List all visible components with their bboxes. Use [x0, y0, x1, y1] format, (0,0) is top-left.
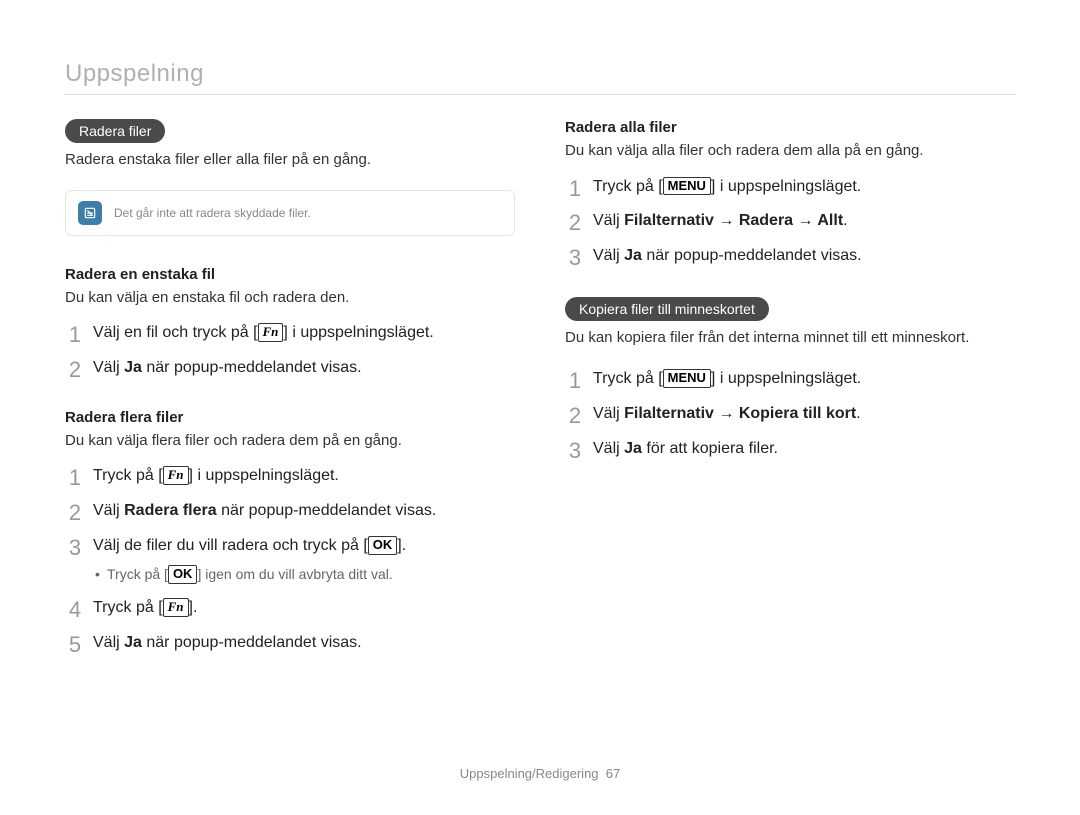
- step-item: Tryck på [MENU] i uppspelningsläget.: [565, 367, 1015, 392]
- pill-kopiera-filer-intro: Du kan kopiera filer från det interna mi…: [565, 327, 1015, 350]
- pill-kopiera-filer: Kopiera filer till minneskortet: [565, 297, 769, 321]
- menu-button-icon: MENU: [663, 177, 711, 196]
- left-column: Radera filer Radera enstaka filer eller …: [65, 119, 515, 684]
- info-icon: [78, 201, 102, 225]
- step-item: Tryck på [Fn].: [65, 596, 515, 621]
- step-item: Välj en fil och tryck på [Fn] i uppspeln…: [65, 321, 515, 346]
- footer-page-number: 67: [606, 766, 620, 781]
- note-text: Det går inte att radera skyddade filer.: [114, 206, 311, 220]
- heading-radera-alla: Radera alla filer: [565, 119, 1015, 136]
- step-item: Tryck på [MENU] i uppspelningsläget.: [565, 175, 1015, 200]
- steps-radera-enstaka: Välj en fil och tryck på [Fn] i uppspeln…: [65, 321, 515, 381]
- menu-button-icon: MENU: [663, 369, 711, 388]
- page-footer: Uppspelning/Redigering 67: [0, 766, 1080, 781]
- step-item: Välj de filer du vill radera och tryck p…: [65, 534, 515, 586]
- page-title: Uppspelning: [65, 60, 1015, 95]
- step-item: Välj Filalternativ → Radera → Allt.: [565, 209, 1015, 234]
- footer-section: Uppspelning/Redigering: [460, 766, 599, 781]
- ok-button-icon: OK: [368, 536, 398, 555]
- content-columns: Radera filer Radera enstaka filer eller …: [65, 119, 1015, 684]
- desc-radera-flera: Du kan välja flera filer och radera dem …: [65, 430, 515, 453]
- step-item: Välj Radera flera när popup-meddelandet …: [65, 499, 515, 524]
- step-item: Välj Ja när popup-meddelandet visas.: [565, 244, 1015, 269]
- heading-radera-enstaka: Radera en enstaka fil: [65, 266, 515, 283]
- note-box: Det går inte att radera skyddade filer.: [65, 190, 515, 236]
- fn-button-icon: Fn: [258, 323, 284, 342]
- desc-radera-alla: Du kan välja alla filer och radera dem a…: [565, 140, 1015, 163]
- pill-radera-filer: Radera filer: [65, 119, 165, 143]
- fn-button-icon: Fn: [163, 466, 189, 485]
- ok-button-icon: OK: [168, 565, 198, 584]
- desc-radera-enstaka: Du kan välja en enstaka fil och radera d…: [65, 287, 515, 310]
- steps-radera-alla: Tryck på [MENU] i uppspelningsläget. Väl…: [565, 175, 1015, 269]
- fn-button-icon: Fn: [163, 598, 189, 617]
- step-item: Välj Ja när popup-meddelandet visas.: [65, 631, 515, 656]
- right-column: Radera alla filer Du kan välja alla file…: [565, 119, 1015, 684]
- steps-kopiera-filer: Tryck på [MENU] i uppspelningsläget. Väl…: [565, 367, 1015, 461]
- step-item: Välj Ja för att kopiera filer.: [565, 437, 1015, 462]
- step-item: Tryck på [Fn] i uppspelningsläget.: [65, 464, 515, 489]
- step-item: Välj Ja när popup-meddelandet visas.: [65, 356, 515, 381]
- pill-radera-filer-intro: Radera enstaka filer eller alla filer på…: [65, 149, 515, 172]
- sub-step-item: Tryck på [OK] igen om du vill avbryta di…: [93, 564, 515, 586]
- heading-radera-flera: Radera flera filer: [65, 409, 515, 426]
- steps-radera-flera: Tryck på [Fn] i uppspelningsläget. Välj …: [65, 464, 515, 656]
- step-item: Välj Filalternativ → Kopiera till kort.: [565, 402, 1015, 427]
